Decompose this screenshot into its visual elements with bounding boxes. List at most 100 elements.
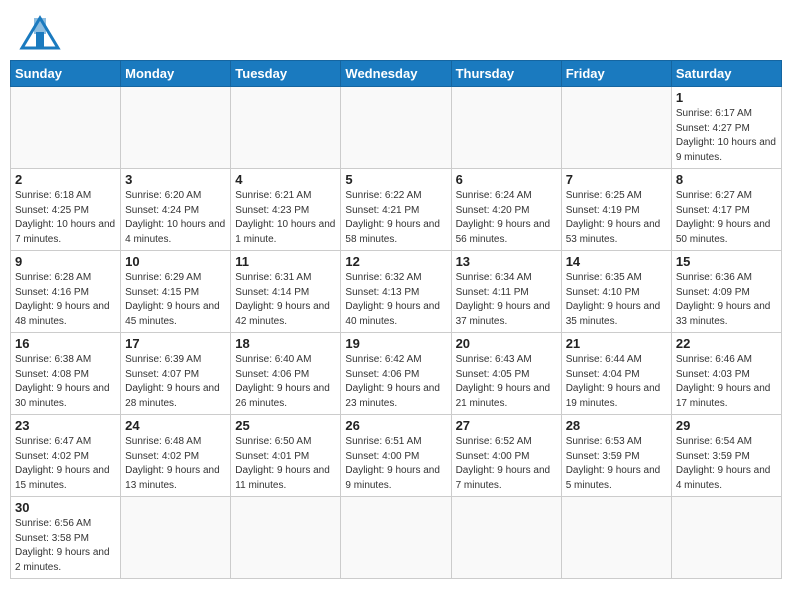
day-info: Sunrise: 6:44 AM Sunset: 4:04 PM Dayligh… [566,353,667,411]
page-header [10,10,782,54]
day-number: 26 [345,418,446,433]
day-number: 18 [235,336,336,351]
calendar-cell: 5Sunrise: 6:22 AM Sunset: 4:21 PM Daylig… [341,169,451,251]
day-info: Sunrise: 6:39 AM Sunset: 4:07 PM Dayligh… [125,353,226,411]
calendar-cell: 9Sunrise: 6:28 AM Sunset: 4:16 PM Daylig… [11,251,121,333]
calendar-cell: 3 Sunrise: 6:20 AM Sunset: 4:24 PM Daylig… [121,169,231,251]
calendar-week-row: 1 Sunrise: 6:17 AM Sunset: 4:27 PM Daylig… [11,87,782,169]
calendar-cell: 28 Sunrise: 6:53 AM Sunset: 3:59 PM Dayli… [561,415,671,497]
calendar-cell: 13 Sunrise: 6:34 AM Sunset: 4:11 PM Dayli… [451,251,561,333]
day-info: Sunrise: 6:32 AM Sunset: 4:13 PM Dayligh… [345,271,446,329]
calendar-cell: 17 Sunrise: 6:39 AM Sunset: 4:07 PM Dayli… [121,333,231,415]
calendar-cell: 14Sunrise: 6:35 AM Sunset: 4:10 PM Dayli… [561,251,671,333]
day-number: 30 [15,500,116,515]
calendar-cell: 7 Sunrise: 6:25 AM Sunset: 4:19 PM Daylig… [561,169,671,251]
day-info: Sunrise: 6:53 AM Sunset: 3:59 PM Dayligh… [566,435,667,493]
day-number: 7 [566,172,667,187]
day-number: 12 [345,254,446,269]
day-info: Sunrise: 6:52 AM Sunset: 4:00 PM Dayligh… [456,435,557,493]
calendar-week-row: 16Sunrise: 6:38 AM Sunset: 4:08 PM Dayli… [11,333,782,415]
day-number: 19 [345,336,446,351]
calendar-cell: 10 Sunrise: 6:29 AM Sunset: 4:15 PM Dayli… [121,251,231,333]
day-number: 21 [566,336,667,351]
logo-svg [16,14,64,50]
day-number: 27 [456,418,557,433]
calendar-cell [121,87,231,169]
day-info: Sunrise: 6:28 AM Sunset: 4:16 PM Dayligh… [15,271,116,329]
day-info: Sunrise: 6:25 AM Sunset: 4:19 PM Dayligh… [566,189,667,247]
calendar-cell: 30 Sunrise: 6:56 AM Sunset: 3:58 PM Dayli… [11,497,121,579]
calendar-cell [231,87,341,169]
calendar-cell: 2Sunrise: 6:18 AM Sunset: 4:25 PM Daylig… [11,169,121,251]
calendar-table: SundayMondayTuesdayWednesdayThursdayFrid… [10,60,782,579]
day-number: 5 [345,172,446,187]
day-info: Sunrise: 6:40 AM Sunset: 4:06 PM Dayligh… [235,353,336,411]
day-info: Sunrise: 6:34 AM Sunset: 4:11 PM Dayligh… [456,271,557,329]
day-info: Sunrise: 6:20 AM Sunset: 4:24 PM Dayligh… [125,189,226,247]
calendar-cell: 18 Sunrise: 6:40 AM Sunset: 4:06 PM Dayli… [231,333,341,415]
calendar-week-row: 23Sunrise: 6:47 AM Sunset: 4:02 PM Dayli… [11,415,782,497]
day-number: 3 [125,172,226,187]
col-header-tuesday: Tuesday [231,61,341,87]
calendar-cell: 26 Sunrise: 6:51 AM Sunset: 4:00 PM Dayli… [341,415,451,497]
day-number: 29 [676,418,777,433]
calendar-cell: 19 Sunrise: 6:42 AM Sunset: 4:06 PM Dayli… [341,333,451,415]
calendar-cell: 8Sunrise: 6:27 AM Sunset: 4:17 PM Daylig… [671,169,781,251]
day-info: Sunrise: 6:42 AM Sunset: 4:06 PM Dayligh… [345,353,446,411]
calendar-cell: 24Sunrise: 6:48 AM Sunset: 4:02 PM Dayli… [121,415,231,497]
calendar-cell [121,497,231,579]
calendar-cell: 12 Sunrise: 6:32 AM Sunset: 4:13 PM Dayli… [341,251,451,333]
day-info: Sunrise: 6:21 AM Sunset: 4:23 PM Dayligh… [235,189,336,247]
calendar-cell [561,497,671,579]
day-number: 8 [676,172,777,187]
day-number: 16 [15,336,116,351]
calendar-header-row: SundayMondayTuesdayWednesdayThursdayFrid… [11,61,782,87]
calendar-cell: 1 Sunrise: 6:17 AM Sunset: 4:27 PM Daylig… [671,87,781,169]
day-number: 14 [566,254,667,269]
calendar-week-row: 30 Sunrise: 6:56 AM Sunset: 3:58 PM Dayli… [11,497,782,579]
day-number: 22 [676,336,777,351]
calendar-cell: 6Sunrise: 6:24 AM Sunset: 4:20 PM Daylig… [451,169,561,251]
day-number: 20 [456,336,557,351]
calendar-cell: 11Sunrise: 6:31 AM Sunset: 4:14 PM Dayli… [231,251,341,333]
calendar-cell: 22 Sunrise: 6:46 AM Sunset: 4:03 PM Dayli… [671,333,781,415]
calendar-cell [451,497,561,579]
calendar-cell [561,87,671,169]
day-number: 17 [125,336,226,351]
day-info: Sunrise: 6:54 AM Sunset: 3:59 PM Dayligh… [676,435,777,493]
day-info: Sunrise: 6:56 AM Sunset: 3:58 PM Dayligh… [15,517,116,575]
day-info: Sunrise: 6:51 AM Sunset: 4:00 PM Dayligh… [345,435,446,493]
calendar-week-row: 2Sunrise: 6:18 AM Sunset: 4:25 PM Daylig… [11,169,782,251]
calendar-cell: 25 Sunrise: 6:50 AM Sunset: 4:01 PM Dayli… [231,415,341,497]
calendar-cell: 29 Sunrise: 6:54 AM Sunset: 3:59 PM Dayli… [671,415,781,497]
calendar-cell [11,87,121,169]
calendar-cell: 23Sunrise: 6:47 AM Sunset: 4:02 PM Dayli… [11,415,121,497]
day-number: 13 [456,254,557,269]
day-info: Sunrise: 6:46 AM Sunset: 4:03 PM Dayligh… [676,353,777,411]
day-info: Sunrise: 6:36 AM Sunset: 4:09 PM Dayligh… [676,271,777,329]
day-number: 15 [676,254,777,269]
calendar-cell: 15 Sunrise: 6:36 AM Sunset: 4:09 PM Dayli… [671,251,781,333]
calendar-cell: 21 Sunrise: 6:44 AM Sunset: 4:04 PM Dayli… [561,333,671,415]
day-info: Sunrise: 6:17 AM Sunset: 4:27 PM Dayligh… [676,107,777,165]
day-info: Sunrise: 6:50 AM Sunset: 4:01 PM Dayligh… [235,435,336,493]
calendar-cell: 20Sunrise: 6:43 AM Sunset: 4:05 PM Dayli… [451,333,561,415]
day-number: 4 [235,172,336,187]
calendar-cell: 16Sunrise: 6:38 AM Sunset: 4:08 PM Dayli… [11,333,121,415]
day-number: 6 [456,172,557,187]
calendar-cell [231,497,341,579]
calendar-cell: 4 Sunrise: 6:21 AM Sunset: 4:23 PM Daylig… [231,169,341,251]
day-info: Sunrise: 6:29 AM Sunset: 4:15 PM Dayligh… [125,271,226,329]
col-header-sunday: Sunday [11,61,121,87]
col-header-friday: Friday [561,61,671,87]
day-number: 23 [15,418,116,433]
day-number: 10 [125,254,226,269]
day-info: Sunrise: 6:31 AM Sunset: 4:14 PM Dayligh… [235,271,336,329]
day-number: 28 [566,418,667,433]
calendar-cell [451,87,561,169]
col-header-wednesday: Wednesday [341,61,451,87]
col-header-saturday: Saturday [671,61,781,87]
day-number: 25 [235,418,336,433]
calendar-cell: 27 Sunrise: 6:52 AM Sunset: 4:00 PM Dayli… [451,415,561,497]
day-number: 1 [676,90,777,105]
